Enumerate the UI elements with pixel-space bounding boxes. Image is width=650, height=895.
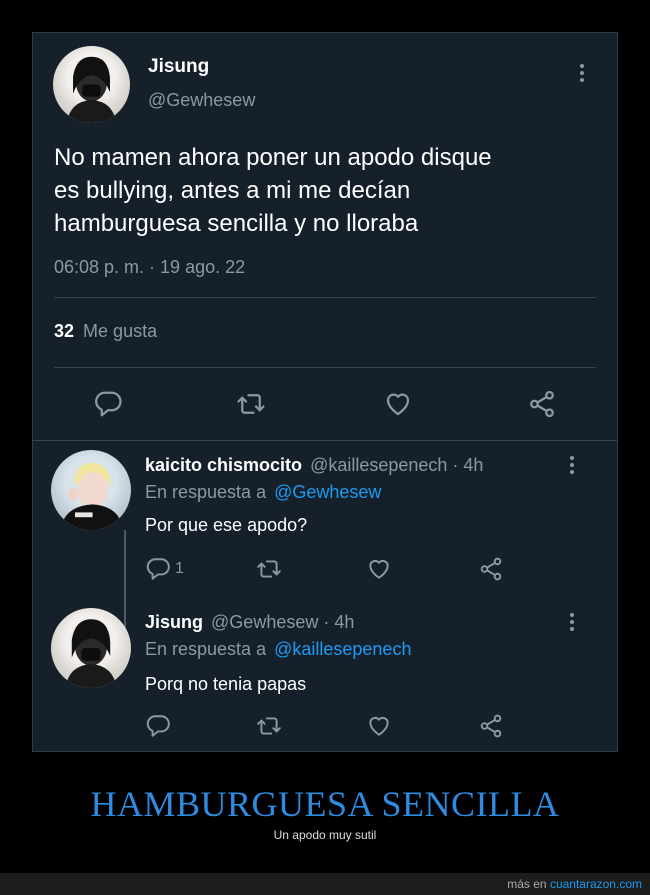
retweet-icon[interactable] — [256, 713, 282, 739]
divider — [54, 297, 596, 298]
in-reply-to: En respuesta a @kaillesepenech — [145, 639, 411, 660]
reply-text: Porq no tenia papas — [145, 674, 307, 694]
in-reply-handle[interactable]: @kaillesepenech — [274, 639, 411, 659]
reply-author-name[interactable]: kaicito chismocito — [145, 455, 302, 475]
tweet-timestamp[interactable]: 06:08 p. m. · 19 ago. 22 — [54, 257, 245, 278]
reply-icon[interactable] — [145, 556, 171, 582]
share-icon[interactable] — [527, 389, 557, 419]
reply-header: kaicito chismocito @kaillesepenech · 4h — [145, 455, 483, 476]
like-icon[interactable] — [383, 389, 413, 419]
meme-subtitle: Un apodo muy sutil — [273, 828, 377, 842]
reply-author-meta[interactable]: @kaillesepenech · 4h — [310, 455, 483, 475]
in-reply-to: En respuesta a @Gewhesew — [145, 482, 381, 503]
more-icon[interactable] — [569, 613, 575, 634]
reply-header: Jisung @Gewhesew · 4h — [145, 612, 354, 633]
retweet-icon[interactable] — [236, 389, 266, 419]
author-handle[interactable]: @Gewhesew — [148, 90, 255, 111]
like-icon[interactable] — [366, 556, 392, 582]
in-reply-prefix: En respuesta a — [145, 482, 267, 502]
source-text: más en cuantarazon.com — [507, 877, 642, 891]
like-icon[interactable] — [366, 713, 392, 739]
in-reply-handle[interactable]: @Gewhesew — [274, 482, 381, 502]
tweet-card: Jisung @Gewhesew No mamen ahora poner un… — [32, 32, 618, 752]
avatar[interactable] — [53, 46, 130, 123]
avatar[interactable] — [51, 450, 131, 530]
tweet-text: No mamen ahora poner un apodo disque es … — [54, 141, 492, 240]
source-bar: más en cuantarazon.com — [0, 873, 650, 895]
likes-label: Me gusta — [83, 321, 158, 341]
share-icon[interactable] — [478, 556, 504, 582]
meme-title: HAMBURGUESA SENCILLA — [90, 784, 560, 824]
tweet-text-line: es bullying, antes a mi me decían — [54, 177, 411, 204]
reply-text: Por que ese apodo? — [145, 515, 308, 535]
avatar[interactable] — [51, 608, 131, 688]
reply-author-name[interactable]: Jisung — [145, 612, 203, 632]
likes-count: 32 — [54, 321, 75, 341]
author-name[interactable]: Jisung — [148, 56, 209, 78]
tweet-text-line: No mamen ahora poner un apodo disque — [54, 144, 492, 171]
in-reply-prefix: En respuesta a — [145, 639, 267, 659]
share-icon[interactable] — [478, 713, 504, 739]
reply-author-meta[interactable]: @Gewhesew · 4h — [211, 612, 354, 632]
reply-icon[interactable] — [93, 389, 123, 419]
divider — [33, 440, 617, 441]
reply-count: 1 — [175, 560, 184, 577]
tweet-text-line: hamburguesa sencilla y no lloraba — [54, 210, 419, 237]
divider — [54, 367, 596, 368]
source-prefix: más en — [507, 877, 547, 891]
more-icon[interactable] — [569, 456, 575, 477]
likes-stat[interactable]: 32 Me gusta — [54, 321, 157, 342]
retweet-icon[interactable] — [256, 556, 282, 582]
more-icon[interactable] — [579, 64, 585, 85]
source-link[interactable]: cuantarazon.com — [550, 877, 642, 891]
reply-icon[interactable] — [145, 713, 171, 739]
